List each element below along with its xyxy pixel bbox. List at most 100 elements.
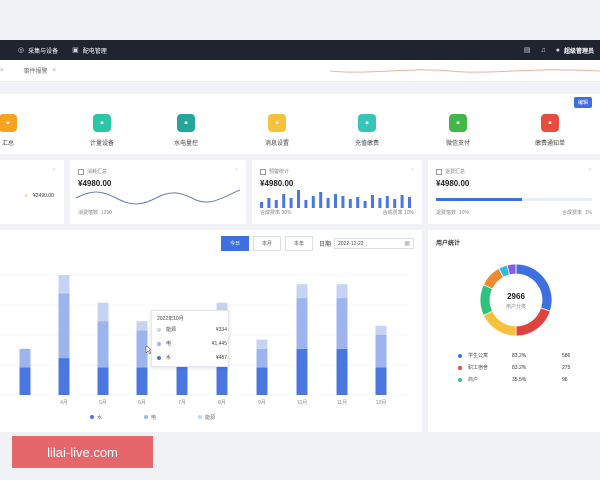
shortcut-bill[interactable]: ▪ 缴费通知单	[520, 114, 580, 147]
chart-tooltip: 2022年10月 能源 ¥334 电 ¥1,445 水 ¥487	[151, 310, 229, 367]
legend-dot	[458, 377, 462, 382]
card-icon	[260, 168, 266, 175]
user-name[interactable]: 超级管理员	[564, 46, 594, 55]
bar-segment[interactable]	[58, 293, 70, 359]
mini-bar	[267, 198, 271, 208]
mini-bar	[385, 196, 389, 208]
legend-label[interactable]: 能源	[205, 414, 215, 421]
mini-bar	[311, 196, 315, 208]
tooltip-value: ¥1,445	[211, 340, 227, 347]
sparkline	[76, 189, 240, 205]
mini-bar	[289, 198, 293, 208]
stat-foot: 合成费率 90%	[260, 210, 292, 216]
screen-icon[interactable]: ▤	[524, 46, 531, 54]
shortcut-summary[interactable]: ▪ 汇总	[0, 114, 38, 147]
bar-segment[interactable]	[97, 302, 109, 322]
card-icon	[436, 168, 442, 175]
nav-item-power[interactable]: ▣ 配电管理	[72, 46, 107, 55]
stat-foot-right: 合成费率 1%	[561, 210, 592, 216]
shortcut-meter[interactable]: ▪ 计量设备	[72, 114, 132, 147]
legend-label[interactable]: 水	[97, 414, 102, 421]
x-tick-label: 10月	[297, 400, 308, 406]
shortcut-label: 水电量控	[173, 141, 198, 147]
bar-segment[interactable]	[256, 348, 268, 368]
donut-slice[interactable]	[515, 307, 551, 337]
user-icon[interactable]: ●	[556, 47, 560, 54]
bar-segment[interactable]	[336, 348, 348, 395]
bar-segment[interactable]	[296, 298, 308, 349]
tab-previous-close[interactable]: ×	[0, 68, 4, 74]
bar-segment[interactable]	[336, 298, 348, 349]
bar-segment[interactable]	[58, 275, 70, 294]
bar-segment[interactable]	[97, 367, 109, 395]
stat-card-refund: 退费汇总 ○ ¥4980.00 退费笔数 10% 合成费率 1%	[428, 160, 600, 224]
donut-total-label: 用户分类	[505, 304, 526, 310]
stat-foot: 消费笔数 1290	[78, 210, 112, 216]
stat-value: ¥4980.00	[436, 179, 470, 188]
bar-segment[interactable]	[19, 348, 31, 368]
mini-bar	[393, 199, 397, 208]
tooltip-value: ¥334	[215, 326, 227, 333]
bar-segment[interactable]	[375, 367, 387, 395]
meter-icon: ▪	[93, 114, 111, 132]
nav-item-collection[interactable]: ◎ 采集与设备	[18, 46, 58, 55]
bar-segment[interactable]	[256, 339, 268, 349]
bar-segment[interactable]	[58, 358, 70, 395]
mini-bar	[356, 197, 360, 208]
inbox-icon: ▣	[72, 47, 79, 54]
bar-segment[interactable]	[296, 348, 308, 395]
user-legend-row[interactable]: 职工宿舍 83.2% 275	[458, 364, 600, 371]
mini-bar	[304, 200, 308, 208]
edit-button[interactable]: 编辑	[573, 97, 592, 108]
shortcut-label: 充值缴费	[354, 141, 379, 147]
x-tick-label: 12月	[376, 400, 387, 406]
bar-segment[interactable]	[97, 321, 109, 368]
mini-bar	[282, 194, 286, 208]
watermark: lilai-live.com	[12, 436, 153, 468]
shortcut-utility[interactable]: ▪ 水电量控	[156, 114, 216, 147]
tab-event-alarm[interactable]: 事件报警 ×	[24, 66, 57, 76]
mini-bar	[319, 192, 323, 208]
bar-segment[interactable]	[375, 325, 387, 335]
close-icon[interactable]: ×	[0, 68, 4, 74]
x-tick-label: 7月	[178, 400, 186, 406]
tooltip-row: 水 ¥487	[157, 354, 227, 361]
x-tick-label: 11月	[337, 400, 347, 406]
bar-segment[interactable]	[19, 367, 31, 395]
mini-bar-chart	[260, 190, 411, 208]
legend-label[interactable]: 电	[151, 414, 156, 421]
bell-icon[interactable]: ♫	[541, 47, 546, 54]
bar-segment[interactable]	[336, 284, 348, 299]
shortcut-message[interactable]: ▪ 消息设置	[247, 114, 307, 147]
card-icon	[78, 168, 84, 175]
progress-track	[436, 198, 592, 201]
decorative-wave	[330, 69, 600, 73]
info-icon[interactable]: ○	[410, 167, 414, 173]
shortcut-wechat[interactable]: ▪ 微信支付	[428, 114, 488, 147]
info-icon[interactable]: ○	[588, 167, 592, 173]
info-icon[interactable]: ○	[52, 167, 56, 173]
info-icon[interactable]: ○	[234, 167, 238, 173]
close-icon[interactable]: ×	[53, 68, 57, 74]
legend-name: 学生公寓	[468, 353, 489, 359]
mini-bar	[341, 196, 345, 208]
bar-segment[interactable]	[136, 367, 148, 395]
donut-slice[interactable]	[482, 310, 517, 337]
legend-dot	[198, 415, 202, 419]
shortcut-label: 微信支付	[445, 141, 470, 147]
legend-percent: 83.2%	[512, 364, 527, 371]
lightning-icon: ⚡	[24, 194, 29, 200]
shortcut-label: 计量设备	[89, 141, 114, 147]
bar-segment[interactable]	[256, 367, 268, 395]
card-title: 预警统计	[269, 169, 290, 175]
legend-name: 商户	[468, 377, 479, 383]
mini-bar	[348, 199, 352, 208]
bar-segment[interactable]	[296, 284, 308, 299]
shortcut-card[interactable]: ▪ 充值缴费	[337, 114, 397, 147]
user-legend-row[interactable]: 商户 35.5% 96	[458, 376, 600, 383]
stat-card-partial: ○ ⚡ ¥2490.00	[0, 160, 64, 224]
user-legend-row[interactable]: 学生公寓 83.2% 586	[458, 352, 600, 359]
bar-segment[interactable]	[136, 321, 148, 331]
mini-bar	[363, 201, 367, 208]
bar-segment[interactable]	[375, 335, 387, 368]
